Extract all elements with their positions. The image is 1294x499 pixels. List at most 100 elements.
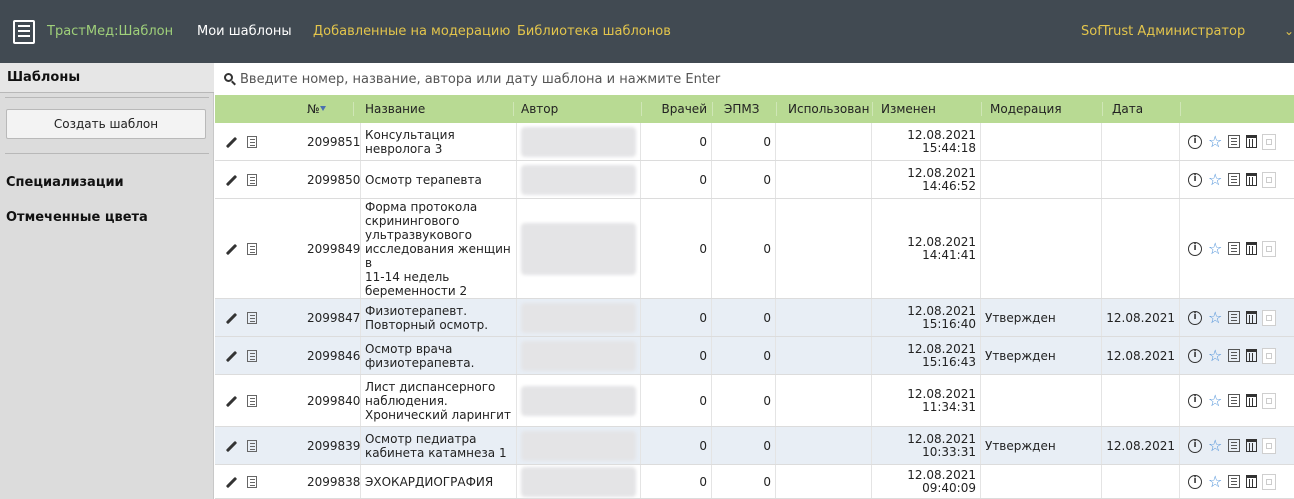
star-icon[interactable]: ☆ bbox=[1208, 437, 1222, 454]
nav-moderation[interactable]: Добавленные на модерацию bbox=[313, 24, 510, 39]
create-template-button[interactable]: Создать шаблон bbox=[6, 109, 206, 139]
trash-icon[interactable] bbox=[1246, 439, 1258, 452]
table-row[interactable]: 2099838 ЭХОКАРДИОГРАФИЯ 0 0 12.08.2021 09:40:… bbox=[215, 465, 1294, 499]
row-epmz: 0 bbox=[712, 199, 776, 298]
pencil-icon[interactable] bbox=[224, 135, 238, 149]
row-checkbox[interactable] bbox=[1262, 309, 1277, 326]
user-menu[interactable]: SofTrust Администратор bbox=[1081, 24, 1245, 39]
star-icon[interactable]: ☆ bbox=[1208, 347, 1222, 364]
sidebar-item-specializations[interactable]: Специализации bbox=[6, 175, 124, 190]
document-icon[interactable] bbox=[247, 173, 257, 186]
col-date[interactable]: Дата bbox=[1108, 95, 1143, 123]
pencil-icon[interactable] bbox=[224, 394, 238, 408]
row-number: 2099839 bbox=[303, 427, 361, 464]
card-icon[interactable] bbox=[1228, 394, 1241, 407]
nav-library[interactable]: Библиотека шаблонов bbox=[517, 24, 671, 39]
row-actions: i ☆ bbox=[1181, 375, 1277, 426]
row-name[interactable]: Осмотр врача физиотерапевта. bbox=[361, 337, 517, 374]
table-row[interactable]: 2099847 Физиотерапевт. Повторный осмотр. 0 0… bbox=[215, 299, 1294, 337]
star-icon[interactable]: ☆ bbox=[1208, 309, 1222, 326]
document-icon[interactable] bbox=[247, 135, 257, 148]
trash-icon[interactable] bbox=[1246, 173, 1258, 186]
document-icon[interactable] bbox=[247, 242, 257, 255]
info-icon[interactable]: i bbox=[1188, 348, 1202, 363]
app-brand[interactable]: ТрастМед:Шаблон bbox=[47, 24, 173, 39]
star-icon[interactable]: ☆ bbox=[1208, 171, 1222, 188]
document-icon[interactable] bbox=[247, 439, 257, 452]
table-row[interactable]: 2099846 Осмотр врача физиотерапевта. 0 0 12.0… bbox=[215, 337, 1294, 375]
trash-icon[interactable] bbox=[1246, 311, 1258, 324]
row-checkbox[interactable] bbox=[1262, 347, 1277, 364]
row-checkbox[interactable] bbox=[1262, 133, 1277, 150]
star-icon[interactable]: ☆ bbox=[1208, 392, 1222, 409]
col-moderation[interactable]: Модерация bbox=[986, 95, 1062, 123]
document-icon[interactable] bbox=[247, 349, 257, 362]
chevron-down-icon[interactable]: ⌄ bbox=[1284, 24, 1294, 38]
sort-desc-icon[interactable] bbox=[320, 106, 326, 111]
row-name-line: невролога 3 bbox=[365, 141, 443, 156]
pencil-icon[interactable] bbox=[224, 173, 238, 187]
document-icon[interactable] bbox=[247, 311, 257, 324]
trash-icon[interactable] bbox=[1246, 349, 1258, 362]
star-icon[interactable]: ☆ bbox=[1208, 133, 1222, 150]
row-name[interactable]: ЭХОКАРДИОГРАФИЯ bbox=[361, 465, 517, 498]
row-name[interactable]: Осмотр педиатра кабинета катамнеза 1 bbox=[361, 427, 517, 464]
pencil-icon[interactable] bbox=[224, 311, 238, 325]
col-used[interactable]: Использован bbox=[784, 95, 870, 123]
info-icon[interactable]: i bbox=[1188, 241, 1202, 256]
search-input[interactable] bbox=[240, 69, 1280, 89]
card-icon[interactable] bbox=[1228, 135, 1241, 148]
card-icon[interactable] bbox=[1228, 173, 1241, 186]
card-icon[interactable] bbox=[1228, 311, 1241, 324]
row-checkbox[interactable] bbox=[1262, 437, 1277, 454]
table-row[interactable]: 2099850 Осмотр терапевта 0 0 12.08.2021 14:46… bbox=[215, 161, 1294, 199]
table-row[interactable]: 2099851 Консультация невролога 3 0 0 12.08.20… bbox=[215, 123, 1294, 161]
row-name[interactable]: Лист диспансерного наблюдения. Хронический… bbox=[361, 375, 517, 426]
table-row[interactable]: 2099839 Осмотр педиатра кабинета катамнеза… bbox=[215, 427, 1294, 465]
pencil-icon[interactable] bbox=[224, 439, 238, 453]
document-icon[interactable] bbox=[247, 475, 257, 488]
row-name[interactable]: Форма протокола скринингового ультразвуков… bbox=[361, 199, 517, 298]
card-icon[interactable] bbox=[1228, 349, 1241, 362]
sidebar-item-marked-colors[interactable]: Отмеченные цвета bbox=[6, 210, 148, 225]
star-icon[interactable]: ☆ bbox=[1208, 240, 1222, 257]
row-checkbox[interactable] bbox=[1262, 392, 1277, 409]
row-name[interactable]: Консультация невролога 3 bbox=[361, 123, 517, 160]
card-icon[interactable] bbox=[1228, 475, 1241, 488]
card-icon[interactable] bbox=[1228, 439, 1241, 452]
card-icon[interactable] bbox=[1228, 242, 1241, 255]
row-used bbox=[776, 299, 872, 336]
info-icon[interactable]: i bbox=[1188, 474, 1202, 489]
row-doctors: 0 bbox=[641, 427, 712, 464]
nav-my-templates[interactable]: Мои шаблоны bbox=[197, 24, 292, 39]
trash-icon[interactable] bbox=[1246, 135, 1258, 148]
col-name[interactable]: Название bbox=[361, 95, 425, 123]
row-checkbox[interactable] bbox=[1262, 473, 1277, 490]
info-icon[interactable]: i bbox=[1188, 172, 1202, 187]
table-row[interactable]: 2099849 Форма протокола скринингового ультр… bbox=[215, 199, 1294, 299]
logo-icon[interactable] bbox=[13, 20, 35, 44]
info-icon[interactable]: i bbox=[1188, 393, 1202, 408]
col-number[interactable]: № bbox=[303, 95, 319, 123]
col-epmz[interactable]: ЭПМЗ bbox=[720, 95, 759, 123]
document-icon[interactable] bbox=[247, 394, 257, 407]
trash-icon[interactable] bbox=[1246, 242, 1258, 255]
col-doctors[interactable]: Врачей bbox=[641, 95, 711, 123]
trash-icon[interactable] bbox=[1246, 394, 1258, 407]
pencil-icon[interactable] bbox=[224, 475, 238, 489]
row-checkbox[interactable] bbox=[1262, 171, 1277, 188]
table-row[interactable]: 2099840 Лист диспансерного наблюдения. Хрон… bbox=[215, 375, 1294, 427]
row-name[interactable]: Физиотерапевт. Повторный осмотр. bbox=[361, 299, 517, 336]
info-icon[interactable]: i bbox=[1188, 310, 1202, 325]
info-icon[interactable]: i bbox=[1188, 134, 1202, 149]
pencil-icon[interactable] bbox=[224, 242, 238, 256]
row-epmz: 0 bbox=[712, 375, 776, 426]
info-icon[interactable]: i bbox=[1188, 438, 1202, 453]
star-icon[interactable]: ☆ bbox=[1208, 473, 1222, 490]
trash-icon[interactable] bbox=[1246, 475, 1258, 488]
row-checkbox[interactable] bbox=[1262, 240, 1277, 257]
pencil-icon[interactable] bbox=[224, 349, 238, 363]
col-changed[interactable]: Изменен bbox=[877, 95, 936, 123]
col-author[interactable]: Автор bbox=[517, 95, 558, 123]
row-name[interactable]: Осмотр терапевта bbox=[361, 161, 517, 198]
